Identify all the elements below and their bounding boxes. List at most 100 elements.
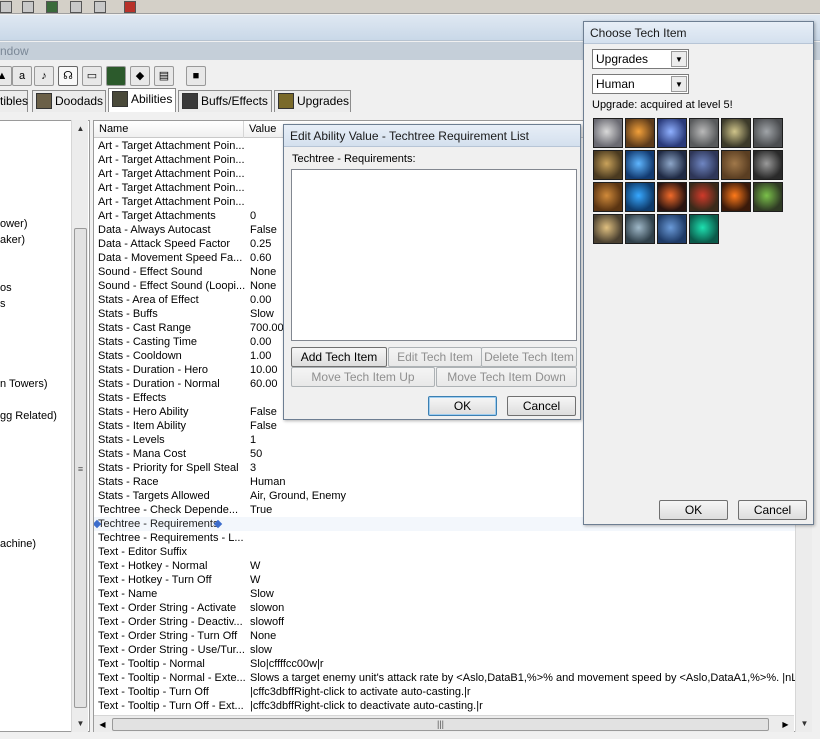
flame-sword-icon[interactable]	[625, 118, 655, 148]
scroll-left-arrow-icon[interactable]: ◀	[94, 716, 111, 733]
toolbar-icon[interactable]	[22, 1, 34, 13]
banner-icon[interactable]	[689, 182, 719, 212]
toolbar-icon[interactable]	[46, 1, 58, 13]
row-value: False	[250, 406, 277, 418]
tree-item[interactable]: os	[0, 282, 12, 294]
column-header-name[interactable]: Name	[94, 121, 244, 138]
toolbar-ability-icon[interactable]: ☊	[58, 66, 78, 86]
sword-icon[interactable]	[593, 118, 623, 148]
table-row[interactable]: Text - Order String - Use/Tur... slow	[94, 643, 802, 657]
water-icon[interactable]	[625, 182, 655, 212]
ok-button[interactable]: OK	[428, 396, 497, 416]
toolbar-export-icon[interactable]: ■	[186, 66, 206, 86]
tab-destructibles[interactable]: tibles	[0, 90, 28, 112]
tab-abilities[interactable]: Abilities	[108, 88, 176, 112]
row-name: Art - Target Attachment Poin...	[98, 140, 245, 152]
scroll-right-arrow-icon[interactable]: ▶	[777, 716, 794, 733]
row-value: Slow	[250, 588, 274, 600]
claw-icon[interactable]	[657, 150, 687, 180]
table-row[interactable]: Text - Hotkey - Normal W	[94, 559, 802, 573]
row-name: Text - Tooltip - Normal - Exte...	[98, 672, 246, 684]
wave-icon[interactable]	[657, 214, 687, 244]
move-tech-item-down-button[interactable]: Move Tech Item Down	[436, 367, 577, 387]
table-row[interactable]: Text - Tooltip - Turn Off |cffc3dbffRight…	[94, 685, 802, 699]
tab-buffs-effects[interactable]: Buffs/Effects	[178, 90, 272, 112]
chevron-down-icon[interactable]: ▼	[671, 51, 687, 67]
spear-icon[interactable]	[721, 118, 751, 148]
shield-icon[interactable]	[689, 118, 719, 148]
toolbar-item-icon[interactable]: ▭	[82, 66, 102, 86]
requirements-list[interactable]	[291, 169, 577, 341]
hammer-icon[interactable]	[593, 150, 623, 180]
row-name: Stats - Targets Allowed	[98, 490, 210, 502]
scrollbar-thumb[interactable]: |||	[112, 718, 769, 731]
edit-tech-item-button[interactable]: Edit Tech Item	[388, 347, 482, 367]
add-tech-item-button[interactable]: Add Tech Item	[291, 347, 387, 367]
table-row[interactable]: Techtree - Requirements - L...	[94, 531, 802, 545]
chevron-down-icon[interactable]: ▼	[671, 76, 687, 92]
toolbar-icon[interactable]	[70, 1, 82, 13]
bolt-icon[interactable]	[593, 214, 623, 244]
tree-item[interactable]: gg Related)	[0, 410, 57, 422]
table-row[interactable]: Text - Name Slow	[94, 587, 802, 601]
cancel-button[interactable]: Cancel	[507, 396, 576, 416]
toolbar-unit-icon[interactable]: ▲	[0, 66, 12, 86]
row-value: Human	[250, 476, 286, 488]
object-tabs: tibles Doodads Abilities Buffs/Effects U…	[0, 88, 360, 112]
knight-icon[interactable]	[625, 214, 655, 244]
fire-arrow-icon[interactable]	[657, 182, 687, 212]
row-value: slow	[250, 644, 273, 656]
tree-item[interactable]: n Towers)	[0, 378, 47, 390]
tree-item[interactable]: s	[0, 298, 6, 310]
chain-icon[interactable]	[753, 118, 783, 148]
dialog-title: Edit Ability Value - Techtree Requiremen…	[284, 125, 580, 147]
table-row[interactable]: Text - Tooltip - Normal Slo|cffffcc00w|r	[94, 657, 802, 671]
row-value: 10.00	[250, 364, 278, 376]
table-row[interactable]: Text - Order String - Turn Off None	[94, 629, 802, 643]
delete-tech-item-button[interactable]: Delete Tech Item	[481, 347, 577, 367]
tree-item[interactable]: ower)	[0, 218, 28, 230]
tree-item[interactable]: aker)	[0, 234, 25, 246]
table-row[interactable]: Text - Editor Suffix	[94, 545, 802, 559]
ok-button[interactable]: OK	[659, 500, 728, 520]
row-value: True	[250, 504, 273, 516]
tech-type-select[interactable]: Upgrades ▼	[592, 49, 689, 69]
toolbar-text-icon[interactable]: a	[12, 66, 32, 86]
table-row[interactable]: Text - Order String - Deactiv... slowoff	[94, 615, 802, 629]
orb-icon[interactable]	[625, 150, 655, 180]
toolbar-tileset-icon[interactable]	[106, 66, 126, 86]
toolbar-object-icon[interactable]: ◆	[130, 66, 150, 86]
tree-item[interactable]: achine)	[0, 538, 36, 550]
table-row[interactable]: Text - Order String - Activate slowon	[94, 601, 802, 615]
scroll-down-arrow-icon[interactable]: ▼	[796, 715, 813, 732]
toolbar-sound-icon[interactable]: ♪	[34, 66, 54, 86]
row-name: Techtree - Requirements	[98, 518, 219, 530]
row-name: Stats - Duration - Normal	[98, 378, 220, 390]
scrollbar-thumb[interactable]: ≡	[74, 228, 87, 708]
cancel-button[interactable]: Cancel	[738, 500, 807, 520]
tree-scrollbar[interactable]: ▲ ≡ ▼	[71, 120, 88, 732]
potion-icon[interactable]	[753, 182, 783, 212]
toolbar-document-icon[interactable]: ▤	[154, 66, 174, 86]
book-icon[interactable]	[689, 150, 719, 180]
fire-icon[interactable]	[721, 182, 751, 212]
ring-icon[interactable]	[753, 150, 783, 180]
rune-icon[interactable]	[689, 214, 719, 244]
table-row[interactable]: Text - Tooltip - Normal - Exte... Slows a…	[94, 671, 802, 685]
toolbar-icon[interactable]	[94, 1, 106, 13]
tower-icon[interactable]	[593, 182, 623, 212]
tech-type-value: Upgrades	[596, 52, 649, 66]
grid-horizontal-scrollbar[interactable]: ◀ ||| ▶	[94, 715, 794, 732]
toolbar-icon[interactable]	[0, 1, 12, 13]
tab-upgrades[interactable]: Upgrades	[274, 90, 351, 112]
table-row[interactable]: Text - Hotkey - Turn Off W	[94, 573, 802, 587]
armor-icon[interactable]	[721, 150, 751, 180]
scroll-up-arrow-icon[interactable]: ▲	[72, 120, 89, 137]
tab-doodads[interactable]: Doodads	[32, 90, 106, 112]
scroll-down-arrow-icon[interactable]: ▼	[72, 715, 89, 732]
move-tech-item-up-button[interactable]: Move Tech Item Up	[291, 367, 435, 387]
table-row[interactable]: Text - Tooltip - Turn Off - Ext... |cffc3…	[94, 699, 802, 713]
race-select[interactable]: Human ▼	[592, 74, 689, 94]
toolbar-icon[interactable]	[124, 1, 136, 13]
mage-icon[interactable]	[657, 118, 687, 148]
